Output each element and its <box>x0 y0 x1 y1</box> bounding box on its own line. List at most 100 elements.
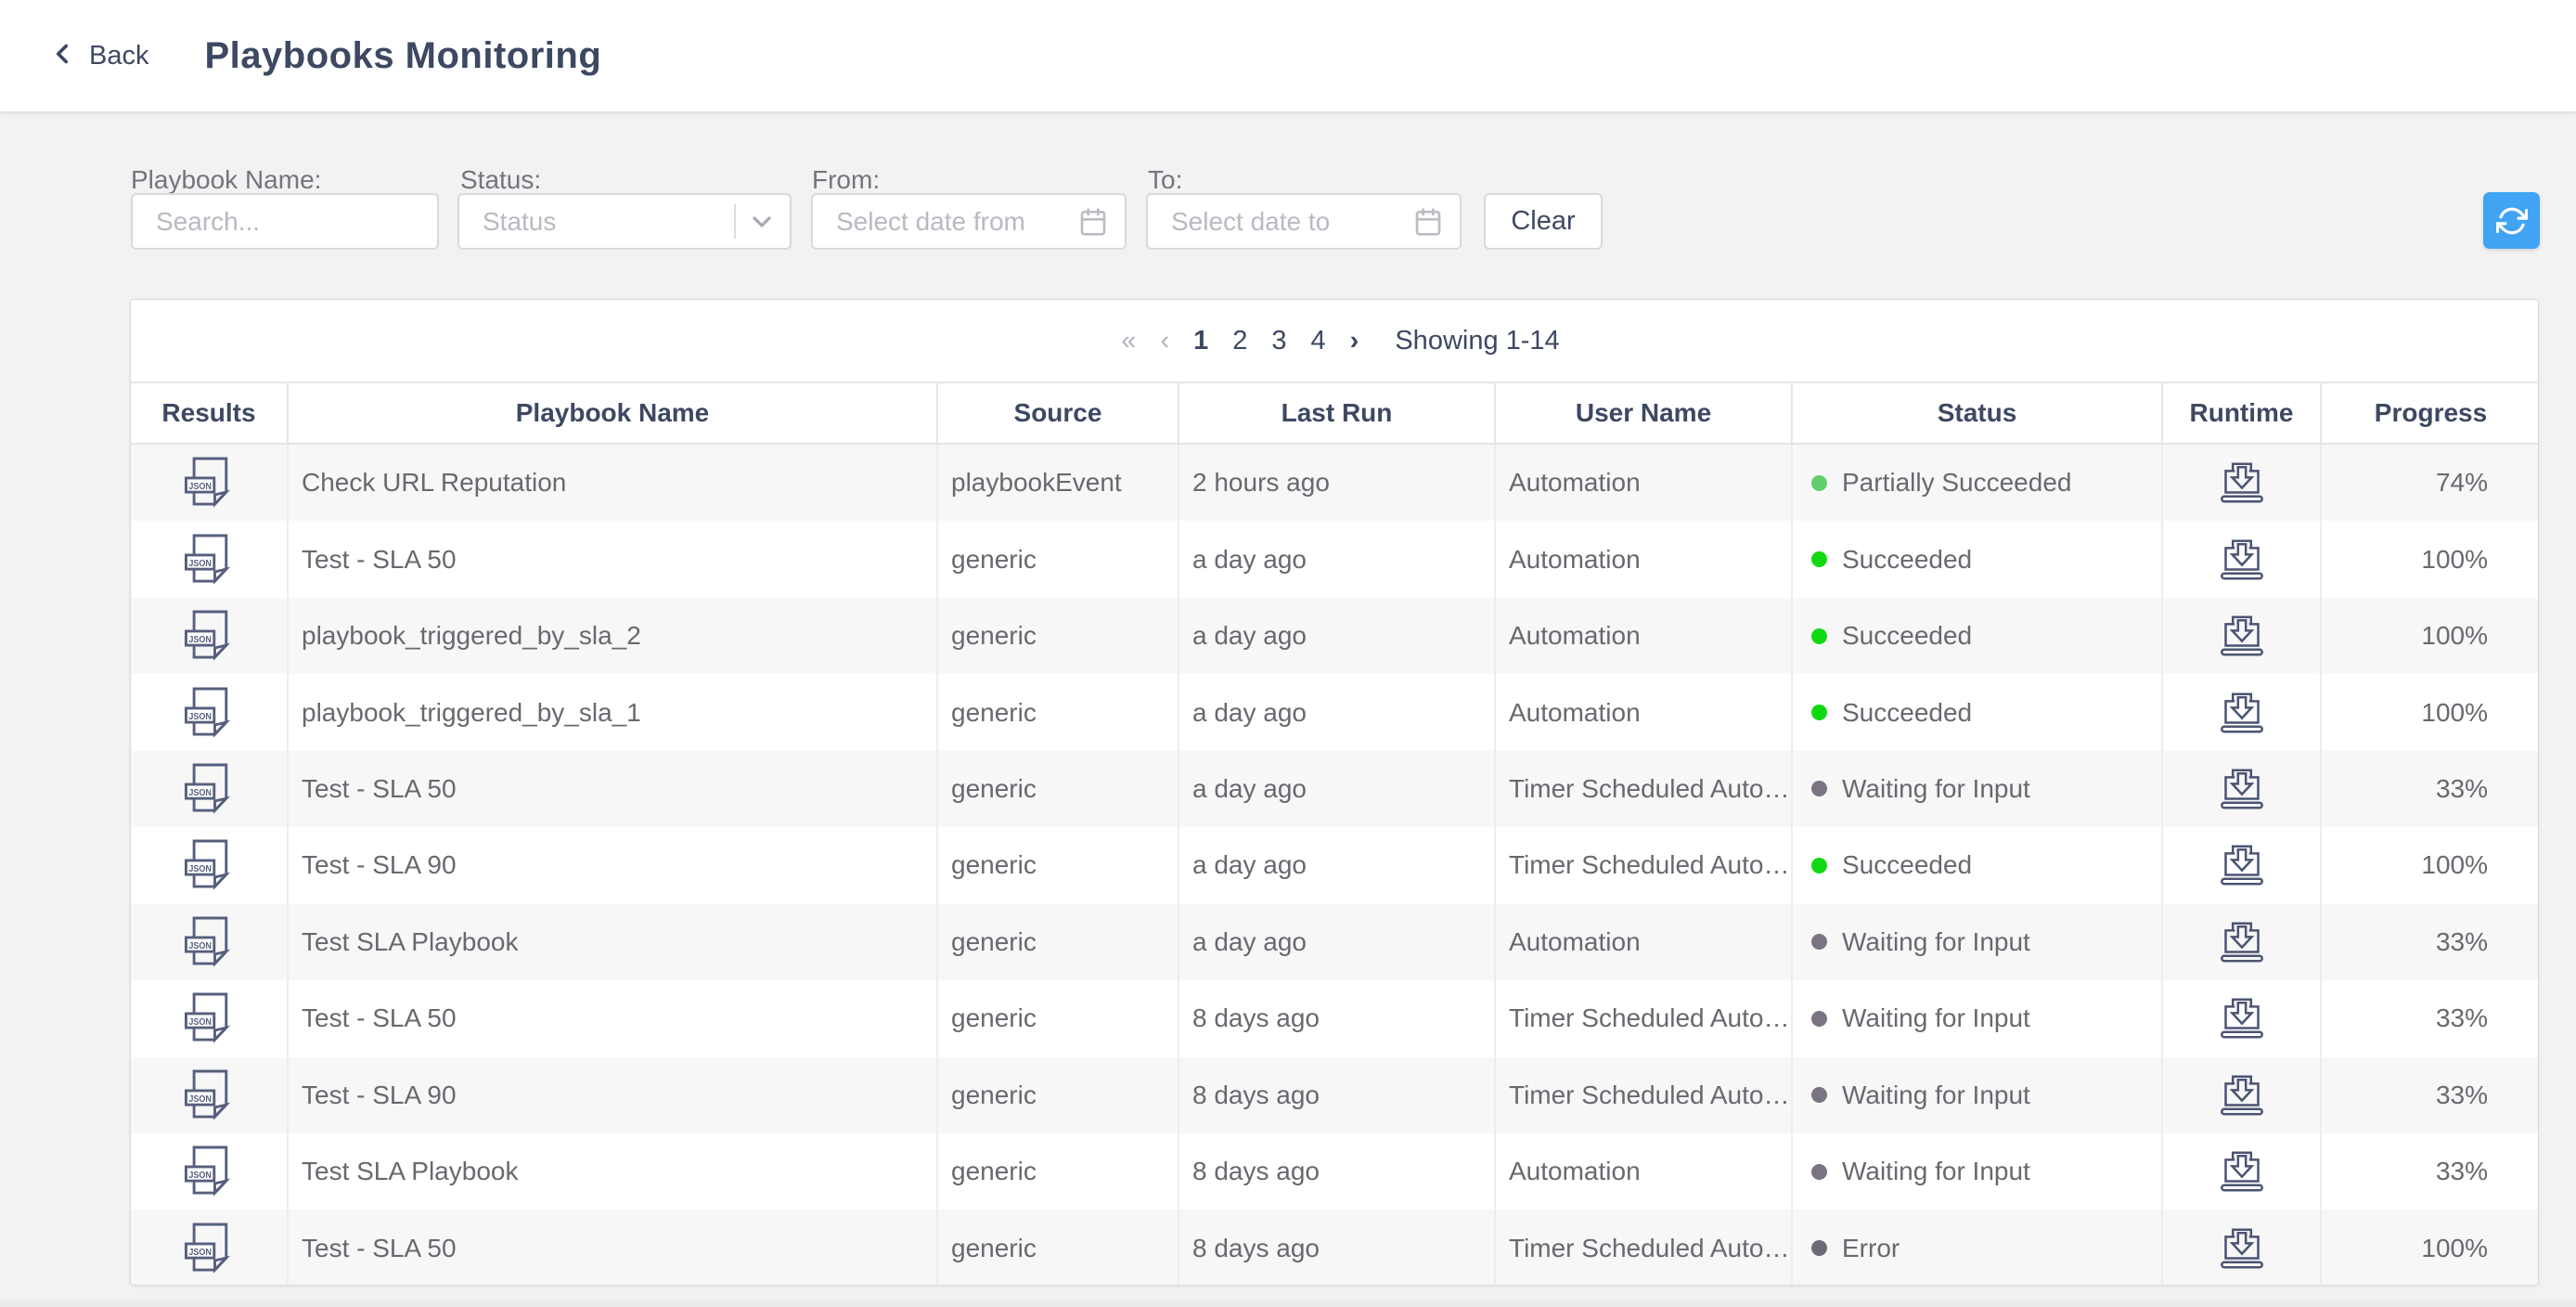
download-to-device-icon[interactable] <box>2216 459 2268 507</box>
last-run-cell: 8 days ago <box>1179 1057 1496 1133</box>
status-dot <box>1811 781 1827 796</box>
json-file-icon[interactable]: JSON <box>185 609 233 663</box>
source-cell: generic <box>938 980 1179 1056</box>
calendar-icon <box>1413 207 1443 237</box>
source-cell: playbookEvent <box>938 445 1179 521</box>
json-file-icon[interactable]: JSON <box>185 533 233 587</box>
status-cell: Waiting for Input <box>1793 904 2163 980</box>
runtime-cell <box>2163 751 2322 827</box>
pagination-page-2[interactable]: 2 <box>1232 326 1247 356</box>
column-header-status: Status <box>1793 383 2163 443</box>
select-divider <box>734 204 736 239</box>
json-file-icon[interactable]: JSON <box>185 838 233 892</box>
status-label: Waiting for Input <box>1842 1081 2030 1110</box>
source-cell: generic <box>938 1210 1179 1286</box>
svg-text:JSON: JSON <box>188 482 212 492</box>
last-run-cell: a day ago <box>1179 674 1496 750</box>
json-file-icon[interactable]: JSON <box>185 991 233 1045</box>
date-from-picker[interactable]: Select date from <box>811 193 1127 250</box>
status-label: Waiting for Input <box>1842 927 2030 957</box>
table-row[interactable]: JSON Test - SLA 50 generic a day ago Tim… <box>131 751 2538 827</box>
svg-text:JSON: JSON <box>188 788 212 798</box>
svg-text:JSON: JSON <box>188 1248 212 1258</box>
progress-cell: 100% <box>2322 674 2539 750</box>
pagination-first-button[interactable]: « <box>1121 326 1136 356</box>
table-row[interactable]: JSON Test - SLA 90 generic 8 days ago Ti… <box>131 1057 2538 1133</box>
download-to-device-icon[interactable] <box>2216 918 2268 966</box>
json-file-icon[interactable]: JSON <box>185 762 233 816</box>
status-label: Succeeded <box>1842 621 1972 651</box>
last-run-cell: 8 days ago <box>1179 1210 1496 1286</box>
column-header-last-run: Last Run <box>1179 383 1496 443</box>
table-row[interactable]: JSON playbook_triggered_by_sla_2 generic… <box>131 598 2538 674</box>
table-row[interactable]: JSON Test - SLA 90 generic a day ago Tim… <box>131 827 2538 903</box>
json-file-icon[interactable]: JSON <box>185 915 233 969</box>
to-label: To: <box>1148 165 1182 195</box>
user-name-cell: Automation <box>1496 521 1793 597</box>
status-select[interactable]: Status <box>457 193 792 250</box>
column-header-playbook-name: Playbook Name <box>289 383 938 443</box>
runtime-cell <box>2163 598 2322 674</box>
pagination-page-4[interactable]: 4 <box>1311 326 1326 356</box>
download-to-device-icon[interactable] <box>2216 994 2268 1042</box>
download-to-device-icon[interactable] <box>2216 765 2268 813</box>
download-to-device-icon[interactable] <box>2216 689 2268 737</box>
playbook-name-cell: Test - SLA 50 <box>289 980 938 1056</box>
back-button[interactable]: Back <box>46 38 148 74</box>
pagination-prev-button[interactable]: ‹ <box>1160 326 1169 356</box>
column-header-results: Results <box>131 383 289 443</box>
results-cell: JSON <box>131 1133 289 1210</box>
json-file-icon[interactable]: JSON <box>185 456 233 510</box>
status-cell: Waiting for Input <box>1793 980 2163 1056</box>
pagination-next-button[interactable]: › <box>1350 326 1359 356</box>
playbook-name-search-input[interactable] <box>131 193 439 250</box>
results-cell: JSON <box>131 980 289 1056</box>
table-row[interactable]: JSON Test - SLA 50 generic a day ago Aut… <box>131 521 2538 597</box>
pagination-showing-text: Showing 1-14 <box>1395 326 1559 356</box>
top-bar: Back Playbooks Monitoring <box>0 0 2576 113</box>
date-to-picker[interactable]: Select date to <box>1146 193 1462 250</box>
table-row[interactable]: JSON Test SLA Playbook generic 8 days ag… <box>131 1133 2538 1210</box>
results-cell: JSON <box>131 1210 289 1286</box>
bottom-scrollbar-track[interactable] <box>0 1300 2576 1307</box>
user-name-cell: Automation <box>1496 1133 1793 1210</box>
source-cell: generic <box>938 904 1179 980</box>
json-file-icon[interactable]: JSON <box>185 1068 233 1122</box>
table-row[interactable]: JSON Test - SLA 50 generic 8 days ago Ti… <box>131 1210 2538 1286</box>
pagination-page-1[interactable]: 1 <box>1193 326 1208 356</box>
pagination-page-3[interactable]: 3 <box>1271 326 1286 356</box>
download-to-device-icon[interactable] <box>2216 1147 2268 1196</box>
svg-text:JSON: JSON <box>188 864 212 874</box>
status-dot <box>1811 1164 1827 1180</box>
status-label: Partially Succeeded <box>1842 468 2071 498</box>
table-row[interactable]: JSON playbook_triggered_by_sla_1 generic… <box>131 674 2538 750</box>
playbook-name-cell: playbook_triggered_by_sla_2 <box>289 598 938 674</box>
progress-cell: 33% <box>2322 1133 2539 1210</box>
results-cell: JSON <box>131 598 289 674</box>
playbook-name-label: Playbook Name: <box>131 165 321 195</box>
clear-button[interactable]: Clear <box>1484 193 1603 250</box>
table-row[interactable]: JSON Test - SLA 50 generic 8 days ago Ti… <box>131 980 2538 1056</box>
status-cell: Succeeded <box>1793 521 2163 597</box>
last-run-cell: a day ago <box>1179 521 1496 597</box>
refresh-button[interactable] <box>2483 192 2540 249</box>
download-to-device-icon[interactable] <box>2216 612 2268 660</box>
table-row[interactable]: JSON Test SLA Playbook generic a day ago… <box>131 904 2538 980</box>
download-to-device-icon[interactable] <box>2216 841 2268 889</box>
table-row[interactable]: JSON Check URL Reputation playbookEvent … <box>131 445 2538 521</box>
download-to-device-icon[interactable] <box>2216 536 2268 584</box>
download-to-device-icon[interactable] <box>2216 1071 2268 1119</box>
json-file-icon[interactable]: JSON <box>185 686 233 740</box>
results-cell: JSON <box>131 827 289 903</box>
status-cell: Waiting for Input <box>1793 1133 2163 1210</box>
json-file-icon[interactable]: JSON <box>185 1222 233 1275</box>
runtime-cell <box>2163 521 2322 597</box>
playbook-name-cell: playbook_triggered_by_sla_1 <box>289 674 938 750</box>
playbook-name-cell: Test - SLA 50 <box>289 751 938 827</box>
download-to-device-icon[interactable] <box>2216 1224 2268 1273</box>
svg-text:JSON: JSON <box>188 635 212 645</box>
status-label: Error <box>1842 1234 1900 1263</box>
column-header-progress: Progress <box>2322 383 2539 443</box>
runtime-cell <box>2163 674 2322 750</box>
json-file-icon[interactable]: JSON <box>185 1145 233 1198</box>
